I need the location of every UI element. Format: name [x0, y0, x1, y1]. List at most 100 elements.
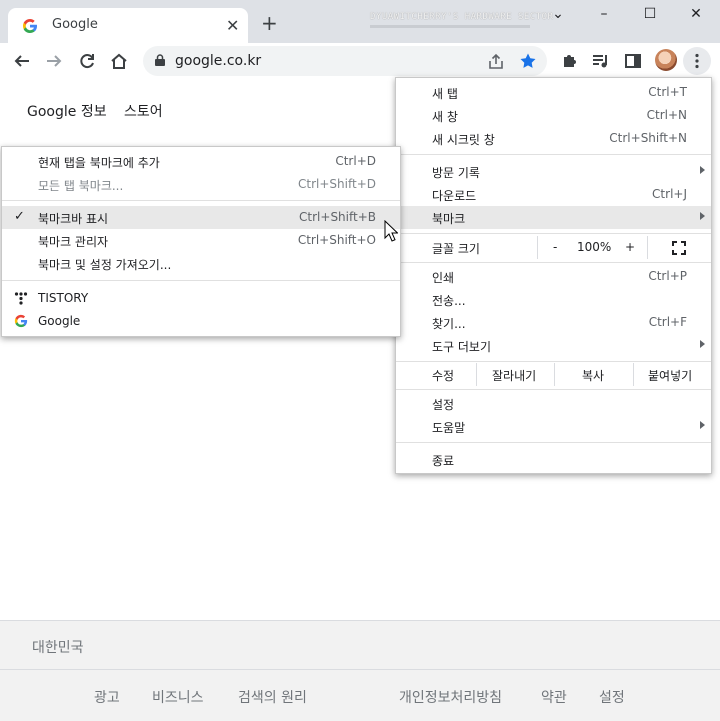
menu-item-incognito[interactable]: 새 시크릿 창 Ctrl+Shift+N [396, 127, 711, 150]
google-favicon-icon [22, 19, 37, 33]
bookmarks-submenu: 현재 탭을 북마크에 추가 Ctrl+D 모든 탭 북마크... Ctrl+Sh… [1, 146, 401, 337]
tistory-icon [14, 292, 28, 305]
menu-label: 전송... [432, 294, 466, 308]
menu-label: 찾기... [432, 317, 466, 331]
menu-label: 북마크 및 설정 가져오기... [38, 258, 172, 272]
google-about-link[interactable]: Google 정보 [27, 101, 107, 121]
menu-item-more-tools[interactable]: 도구 더보기 [396, 334, 711, 357]
menu-label: 도움말 [432, 421, 466, 435]
menu-shortcut: Ctrl+N [646, 108, 687, 122]
footer-divider [0, 669, 720, 670]
share-icon[interactable] [487, 53, 505, 71]
maximize-button[interactable]: ☐ [635, 6, 665, 26]
menu-item-print[interactable]: 인쇄 Ctrl+P [396, 265, 711, 288]
close-window-button[interactable]: ✕ [681, 6, 711, 26]
bookmark-item-google[interactable]: Google [2, 310, 400, 333]
footer-link-settings[interactable]: 설정 [599, 687, 625, 707]
menu-separator [396, 154, 711, 155]
toolbar: google.co.kr [0, 43, 720, 79]
footer-link-ads[interactable]: 광고 [94, 687, 120, 707]
menu-item-history[interactable]: 방문 기록 [396, 160, 711, 183]
minimize-button[interactable]: – [589, 6, 619, 26]
menu-separator [396, 361, 711, 362]
menu-item-bookmarks[interactable]: 북마크 [396, 206, 711, 229]
chrome-menu-button[interactable] [683, 47, 711, 75]
menu-label: 종료 [432, 454, 455, 468]
footer-link-how-search-works[interactable]: 검색의 원리 [238, 687, 307, 707]
tab-close-icon[interactable]: ✕ [226, 16, 239, 35]
menu-separator [396, 262, 711, 263]
reload-icon[interactable] [77, 51, 97, 71]
side-panel-icon[interactable] [623, 51, 643, 71]
browser-tab-google[interactable]: Google ✕ [8, 8, 248, 43]
mouse-cursor-icon [384, 220, 398, 242]
menu-label: 도구 더보기 [432, 340, 492, 354]
kebab-menu-icon [695, 53, 699, 69]
zoom-in-button[interactable]: + [625, 240, 635, 254]
menu-label: 다운로드 [432, 189, 477, 203]
submenu-arrow-icon [700, 421, 705, 429]
footer-country: 대한민국 [32, 640, 84, 656]
menu-label: 방문 기록 [432, 166, 480, 180]
submenu-arrow-icon [700, 166, 705, 174]
lock-icon[interactable] [155, 54, 165, 66]
menu-item-settings[interactable]: 설정 [396, 392, 711, 415]
menu-shortcut: Ctrl+Shift+B [299, 210, 376, 224]
menu-row-zoom: 글꼴 크기 - 100% + [396, 236, 711, 259]
footer-link-business[interactable]: 비즈니스 [152, 687, 204, 707]
fullscreen-icon[interactable] [672, 241, 686, 255]
google-store-link[interactable]: 스토어 [124, 101, 163, 121]
bookmark-star-icon[interactable] [519, 52, 537, 70]
extensions-puzzle-icon[interactable] [560, 51, 580, 71]
menu-item-new-window[interactable]: 새 창 Ctrl+N [396, 104, 711, 127]
menu-item-exit[interactable]: 종료 [396, 448, 711, 471]
edit-label: 수정 [432, 369, 455, 383]
menu-item-help[interactable]: 도움말 [396, 415, 711, 438]
home-icon[interactable] [109, 51, 129, 71]
new-tab-button[interactable]: + [261, 13, 278, 33]
menu-item-new-tab[interactable]: 새 탭 Ctrl+T [396, 81, 711, 104]
zoom-divider [537, 236, 538, 259]
cut-button[interactable]: 잘라내기 [492, 367, 536, 384]
tab-strip: Google ✕ + DYUAWITCHERRY'S HARDWARE SECT… [0, 0, 720, 43]
forward-arrow-icon[interactable] [44, 51, 64, 71]
menu-item-import-bookmarks[interactable]: 북마크 및 설정 가져오기... [2, 252, 400, 275]
menu-label: 새 시크릿 창 [432, 133, 495, 147]
tab-search-icon[interactable]: ⌄ [543, 6, 573, 26]
watermark-underline [370, 25, 530, 28]
menu-row-edit: 수정 잘라내기 복사 붙여넣기 [396, 363, 711, 386]
menu-item-bookmark-manager[interactable]: 북마크 관리자 Ctrl+Shift+O [2, 229, 400, 252]
zoom-out-button[interactable]: - [553, 240, 557, 254]
footer-link-privacy[interactable]: 개인정보처리방침 [399, 687, 502, 707]
menu-separator [2, 200, 400, 201]
menu-item-downloads[interactable]: 다운로드 Ctrl+J [396, 183, 711, 206]
back-arrow-icon[interactable] [12, 51, 32, 71]
menu-separator [396, 442, 711, 443]
menu-label: 모든 탭 북마크... [38, 179, 124, 193]
menu-shortcut: Ctrl+Shift+O [297, 233, 376, 247]
menu-label: TISTORY [38, 291, 89, 305]
menu-item-bookmark-all-tabs[interactable]: 모든 탭 북마크... Ctrl+Shift+D [2, 173, 400, 196]
submenu-arrow-icon [700, 340, 705, 348]
menu-label: Google [38, 314, 81, 328]
chrome-main-menu: 새 탭 Ctrl+T 새 창 Ctrl+N 새 시크릿 창 Ctrl+Shift… [395, 77, 712, 474]
menu-item-cast[interactable]: 전송... [396, 288, 711, 311]
copy-button[interactable]: 복사 [582, 367, 604, 384]
menu-separator [396, 389, 711, 390]
bookmark-item-tistory[interactable]: TISTORY [2, 287, 400, 310]
menu-label: 설정 [432, 398, 455, 412]
profile-avatar[interactable] [655, 49, 677, 71]
footer-link-terms[interactable]: 약관 [541, 687, 567, 707]
paste-button[interactable]: 붙여넣기 [648, 367, 692, 384]
menu-shortcut: Ctrl+Shift+D [298, 177, 376, 191]
edit-divider [554, 363, 555, 386]
url-text[interactable]: google.co.kr [175, 53, 261, 69]
menu-item-find[interactable]: 찾기... Ctrl+F [396, 311, 711, 334]
address-bar[interactable]: google.co.kr [143, 46, 547, 76]
menu-shortcut: Ctrl+F [648, 315, 687, 329]
menu-item-show-bookmarks-bar[interactable]: ✓ 북마크바 표시 Ctrl+Shift+B [2, 206, 400, 229]
menu-item-add-bookmark[interactable]: 현재 탭을 북마크에 추가 Ctrl+D [2, 150, 400, 173]
media-control-icon[interactable] [591, 51, 611, 71]
zoom-level: 100% [577, 240, 612, 254]
menu-shortcut: Ctrl+P [648, 269, 687, 283]
